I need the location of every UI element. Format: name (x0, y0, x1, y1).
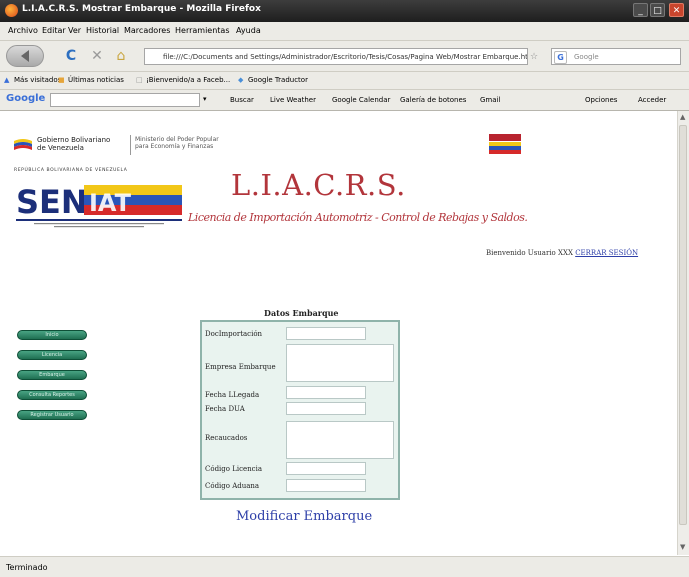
home-button[interactable]: ⌂ (110, 46, 132, 66)
recaucados-textarea[interactable] (286, 421, 394, 459)
translate-icon: ◆ (238, 76, 244, 84)
logout-link[interactable]: CERRAR SESIÓN (575, 249, 638, 257)
status-text: Terminado (6, 563, 48, 572)
google-search-button[interactable]: Buscar (230, 96, 254, 104)
sign-in-button[interactable]: Acceder (638, 96, 666, 104)
gov-title: Gobierno Bolivariano de Venezuela (37, 136, 110, 152)
codigo-licencia-input[interactable] (286, 462, 366, 475)
bookmark-translate[interactable]: Google Traductor (248, 76, 308, 84)
form-title: Datos Embarque (264, 308, 339, 318)
search-input[interactable]: Google (551, 48, 681, 65)
field-label-codigo-aduana: Código Aduana (205, 482, 260, 490)
menu-marcadores[interactable]: Marcadores (124, 26, 170, 35)
scrollbar-thumb[interactable] (679, 125, 687, 525)
field-label-fecha-dua: Fecha DUA (205, 405, 245, 413)
menu-archivo[interactable]: Archivo (8, 26, 38, 35)
welcome-text: Bienvenido Usuario XXX (486, 249, 573, 257)
navigation-toolbar: C ✕ ⌂ file:///C:/Documents and Settings/… (0, 41, 689, 72)
scroll-down-icon[interactable]: ▼ (680, 543, 685, 551)
modify-shipment-button[interactable]: Modificar Embarque (236, 509, 372, 524)
bookmark-most-visited[interactable]: Más visitados (14, 76, 61, 84)
close-button[interactable]: ✕ (669, 3, 684, 17)
field-label-recaucados: Recaucados (205, 434, 248, 442)
field-label-fecha-llegada: Fecha LLegada (205, 391, 260, 399)
scroll-up-icon[interactable]: ▲ (680, 113, 685, 121)
bookmarks-toolbar: ▲ Más visitados ■ Últimas noticias □ ¡Bi… (0, 72, 689, 90)
maximize-button[interactable]: □ (650, 3, 665, 17)
menu-herramientas[interactable]: Herramientas (175, 26, 230, 35)
menu-editar[interactable]: Editar (42, 26, 66, 35)
bookmark-news[interactable]: Últimas noticias (68, 76, 124, 84)
ministry-line-1: Ministerio del Poder Popular (135, 136, 219, 143)
empresa-embarque-textarea[interactable] (286, 344, 394, 382)
svg-text:IAT: IAT (89, 189, 132, 217)
google-calendar-button[interactable]: Google Calendar (332, 96, 390, 104)
firefox-icon (5, 4, 18, 17)
back-arrow-icon (21, 50, 29, 62)
sidebar-item-registrar-usuario[interactable]: Registrar Usuario (17, 410, 87, 420)
window-title-bar: L.I.A.C.R.S. Mostrar Embarque - Mozilla … (0, 0, 689, 22)
app-subtitle: Licencia de Importación Automotriz - Con… (188, 211, 528, 224)
venezuela-flag-icon (14, 136, 32, 150)
doc-importacion-input[interactable] (286, 327, 366, 340)
window-title: L.I.A.C.R.S. Mostrar Embarque - Mozilla … (22, 4, 261, 14)
field-label-doc-importacion: DocImportación (205, 330, 263, 338)
fecha-llegada-input[interactable] (286, 386, 366, 399)
bookmark-star-icon[interactable]: ☆ (530, 52, 538, 62)
welcome-area: Bienvenido Usuario XXX CERRAR SESIÓN (486, 249, 638, 257)
google-search-engine-icon[interactable]: G (554, 51, 567, 64)
gov-title-text: Gobierno Bolivariano (37, 136, 111, 144)
ministry-line-2: para Economía y Finanzas (135, 143, 214, 150)
page-content: Gobierno Bolivariano de Venezuela Minist… (0, 111, 677, 555)
gov-sub-text: de Venezuela (37, 144, 84, 152)
sidebar-item-consulta-reportes[interactable]: Consulta Reportes (17, 390, 87, 400)
seniat-top-text: REPÚBLICA BOLIVARIANA DE VENEZUELA (14, 168, 128, 173)
menu-ayuda[interactable]: Ayuda (236, 26, 261, 35)
most-visited-icon: ▲ (4, 76, 10, 84)
seniat-logo: SEN IAT (14, 175, 184, 231)
page-icon: □ (136, 76, 143, 84)
header-divider (130, 135, 131, 155)
ministry-name: Ministerio del Poder Popular para Econom… (135, 136, 219, 150)
rss-icon: ■ (58, 76, 65, 84)
venezuela-logo (487, 133, 523, 155)
sidebar-item-embarque[interactable]: Embarque (17, 370, 87, 380)
options-button[interactable]: Opciones (585, 96, 617, 104)
google-toolbar-search-input[interactable] (50, 93, 200, 107)
field-label-empresa-embarque: Empresa Embarque (205, 363, 276, 371)
reload-button[interactable]: C (60, 46, 82, 66)
sidebar-item-licencia[interactable]: Licencia (17, 350, 87, 360)
field-label-codigo-licencia: Código Licencia (205, 465, 263, 473)
fecha-dua-input[interactable] (286, 402, 366, 415)
status-bar: Terminado (0, 556, 689, 577)
bookmark-facebook[interactable]: ¡Bienvenido/a a Faceb... (146, 76, 230, 84)
button-gallery-button[interactable]: Galería de botones (400, 96, 466, 104)
google-logo: Google (6, 93, 46, 104)
vertical-scrollbar[interactable]: ▲ ▼ (677, 111, 689, 555)
svg-text:SEN: SEN (16, 183, 88, 221)
google-toolbar: Google ▾ Buscar Live Weather Google Cale… (0, 90, 689, 111)
menu-historial[interactable]: Historial (86, 26, 119, 35)
back-button[interactable] (6, 45, 44, 67)
minimize-button[interactable]: _ (633, 3, 648, 17)
menu-ver[interactable]: Ver (68, 26, 81, 35)
sidebar-item-inicio[interactable]: Inicio (17, 330, 87, 340)
codigo-aduana-input[interactable] (286, 479, 366, 492)
live-weather-button[interactable]: Live Weather (270, 96, 316, 104)
gmail-button[interactable]: Gmail (480, 96, 500, 104)
menu-bar: Archivo Editar Ver Historial Marcadores … (0, 22, 689, 41)
address-bar[interactable]: file:///C:/Documents and Settings/Admini… (144, 48, 528, 65)
stop-button[interactable]: ✕ (86, 46, 108, 66)
google-dropdown-icon[interactable]: ▾ (203, 95, 207, 103)
app-title: L.I.A.C.R.S. (231, 168, 406, 202)
